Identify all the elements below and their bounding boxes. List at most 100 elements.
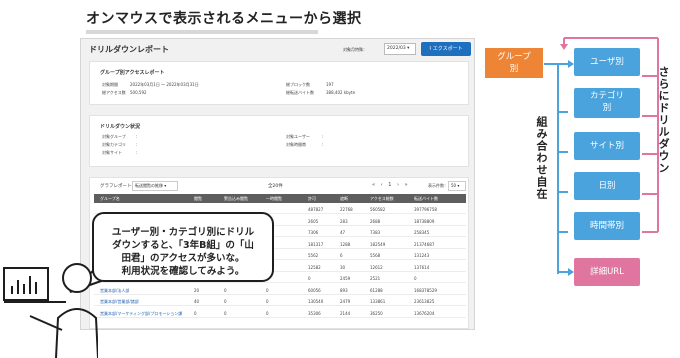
column-header[interactable]: アクセス総数 xyxy=(370,196,394,202)
table-cell: 2688 xyxy=(370,218,381,224)
field-value: : xyxy=(322,134,324,139)
table-cell: 2459 xyxy=(340,276,351,281)
field-value: 388,402 kbyte xyxy=(326,90,356,95)
table-cell: 5568 xyxy=(370,253,381,258)
result-count: 全20件 xyxy=(268,184,283,189)
bubble-line: 田君」のアクセスが多いな。 xyxy=(121,253,245,264)
field-value: 500,592 xyxy=(130,90,147,95)
period-select[interactable]: 2022/03 ▾ xyxy=(384,43,416,55)
person-with-laptop-icon xyxy=(3,263,98,358)
table-cell: 0 xyxy=(266,299,269,304)
column-header[interactable]: 遮断 xyxy=(340,196,348,202)
table-cell: 35306 xyxy=(308,310,321,316)
field-label: 総アクセス数 xyxy=(102,90,126,95)
table-cell: 397796758 xyxy=(414,207,437,212)
speech-bubble: ユーザー別・カテゴリ別にドリル ダウンすると、「3年B組」の「山 田君」のアクセ… xyxy=(92,212,274,282)
column-header[interactable]: 警告込み閲覧 xyxy=(224,196,248,202)
table-cell: 182549 xyxy=(370,241,386,247)
graph-report-select[interactable]: 転送閲覧の推移 ▾ xyxy=(132,181,178,191)
field-value: : xyxy=(136,142,138,147)
upload-icon: ⭱ xyxy=(429,46,432,52)
table-row[interactable]: 営業本部/法人部 20 0 0 60056 893 61288 168378529 xyxy=(94,285,466,295)
table-cell: 0 xyxy=(224,310,227,316)
page-heading: オンマウスで表示されるメニューから選択 xyxy=(86,11,362,27)
field-value: : xyxy=(322,142,324,147)
table-cell: 12582 xyxy=(308,264,321,270)
field-label: 対象時間帯 xyxy=(286,142,306,147)
field-label: 総ブロック数 xyxy=(286,82,310,87)
table-cell: 36250 xyxy=(370,310,383,316)
column-header[interactable]: 一時閲覧 xyxy=(266,196,282,202)
flow-node-label: カテゴリ 別 xyxy=(589,91,624,113)
column-header[interactable]: 許可 xyxy=(308,196,316,202)
bubble-line: ダウンすると、「3年B組」の「山 xyxy=(112,240,254,251)
table-cell: 130540 xyxy=(308,299,324,304)
table-cell: 2144 xyxy=(340,310,351,316)
flow-node-category: カテゴリ 別 xyxy=(574,88,640,118)
group-access-card: グループ別アクセスレポート 対象期間 2022年03月1日 ～ 2022年03月… xyxy=(89,61,469,105)
table-cell: 258345 xyxy=(414,230,430,235)
export-label: エクスポート xyxy=(432,46,463,52)
further-drilldown-label: さらにドリルダウン xyxy=(657,66,670,174)
column-header[interactable]: 閲覧 xyxy=(194,196,202,202)
table-cell: 61288 xyxy=(370,287,383,293)
table-cell: 560582 xyxy=(370,207,386,212)
field-label: 対象サイト xyxy=(102,150,122,155)
table-cell: 7383 xyxy=(370,230,381,235)
table-cell: 21374687 xyxy=(414,241,435,247)
table-cell: 12612 xyxy=(370,264,383,270)
flow-node-day: 日別 xyxy=(574,172,640,200)
bubble-line: ユーザー別・カテゴリ別にドリル xyxy=(111,227,255,238)
export-button[interactable]: ⭱ エクスポート xyxy=(421,42,471,56)
table-cell: 0 xyxy=(194,310,197,316)
bubble-line: 利用状況を確認してみよう。 xyxy=(121,266,245,277)
table-cell: 2479 xyxy=(340,299,351,304)
pagination[interactable]: « ‹ 1 › » xyxy=(372,182,410,188)
pagesize-value: 50 xyxy=(451,183,457,188)
column-header[interactable]: 転送バイト数 xyxy=(414,196,438,202)
table-cell: 0 xyxy=(266,310,269,316)
field-label: 対象ユーザー xyxy=(286,134,310,139)
field-label: 対象カテゴリ xyxy=(102,142,126,147)
table-cell: 7306 xyxy=(308,230,319,235)
table-cell: 5562 xyxy=(308,253,319,258)
drill-status-card: ドリルダウン状況 対象グループ : 対象カテゴリ : 対象サイト : 対象ユーザ… xyxy=(89,115,469,167)
table-cell: 137614 xyxy=(414,264,430,270)
field-value: : xyxy=(136,150,138,155)
table-cell: 22768 xyxy=(340,207,353,212)
report-window: ドリルダウンレポート 対象月特殊： 2022/03 ▾ ⭱ エクスポート グルー… xyxy=(80,38,475,330)
chevron-down-icon: ▾ xyxy=(457,183,460,188)
graph-report-value: 転送閲覧の推移 xyxy=(135,183,163,188)
period-label: 対象月特殊： xyxy=(343,47,367,52)
table-cell: 131243 xyxy=(414,253,430,258)
table-cell: 893 xyxy=(340,287,348,293)
chevron-down-icon: ▾ xyxy=(407,46,410,51)
report-title: ドリルダウンレポート xyxy=(89,45,169,54)
flow-node-label: グループ 別 xyxy=(497,52,531,74)
table-cell: 1288 xyxy=(340,241,351,247)
flow-node-detail-url: 詳細URL xyxy=(574,258,640,286)
table-cell: 181317 xyxy=(308,241,324,247)
group-name-link[interactable]: 営業本部/マーケティング部/プロモーション課 xyxy=(100,311,182,317)
table-cell: 47 xyxy=(340,230,346,235)
table-cell: 0 xyxy=(266,287,269,293)
table-cell: 168378529 xyxy=(414,287,437,293)
table-cell: 20 xyxy=(194,287,200,293)
field-label: 対象期間 xyxy=(102,82,118,87)
pagesize-select[interactable]: 50 ▾ xyxy=(448,181,466,191)
flow-node-user: ユーザ別 xyxy=(574,48,640,76)
pagesize-label: 表示件数： xyxy=(428,183,448,188)
table-row[interactable]: 営業本部/マーケティング部/プロモーション課 0 0 0 35306 2144 36250 1… xyxy=(94,308,466,318)
group-name-link[interactable]: 営業本部/営業部/諸部 xyxy=(100,299,139,305)
drill-status-title: ドリルダウン状況 xyxy=(100,124,141,130)
period-select-value: 2022/03 xyxy=(387,46,406,51)
column-header[interactable]: グループ名 xyxy=(100,196,120,202)
flow-node-label: ユーザ別 xyxy=(590,57,624,67)
combine-freely-label: 組み合わせ自在 xyxy=(535,116,548,200)
table-cell: 133861 xyxy=(370,299,386,304)
group-access-title: グループ別アクセスレポート xyxy=(100,70,165,76)
table-row[interactable]: 営業本部/営業部/諸部 40 0 0 130540 2479 133861 23613825 xyxy=(94,296,466,306)
table-cell: 23613825 xyxy=(414,299,435,304)
table-cell: 2605 xyxy=(308,218,319,224)
flow-node-label: サイト別 xyxy=(589,141,624,151)
